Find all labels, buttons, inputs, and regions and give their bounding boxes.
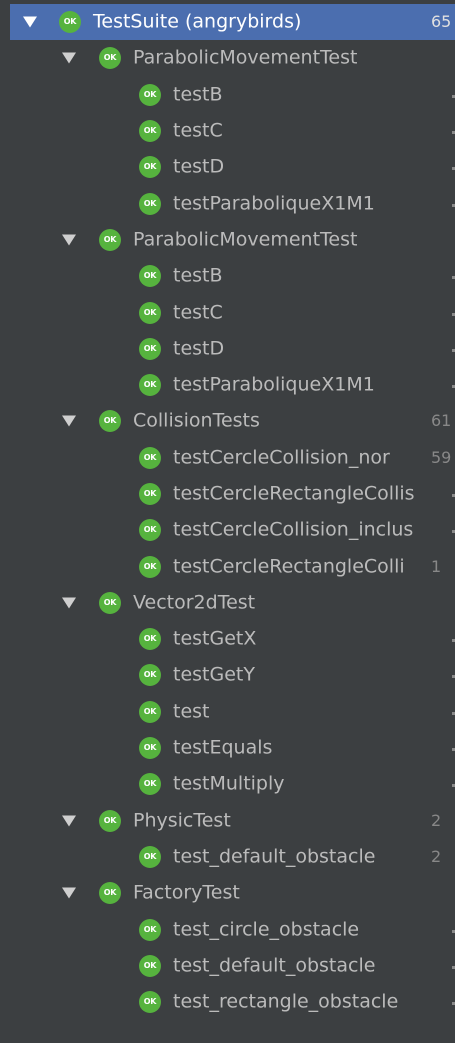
test-label: ParabolicMovementTest: [133, 228, 358, 251]
test-label: testCercleRectangleCollis: [173, 482, 415, 505]
duration-value: 61: [431, 411, 452, 431]
test-passed-icon: OK: [139, 918, 161, 941]
test-label: test_circle_obstacle: [173, 918, 360, 941]
test-label: testGetY: [173, 664, 255, 687]
test-passed-icon: OK: [139, 555, 161, 578]
test-row-testparaboliquex1m1[interactable]: OK testParaboliqueX1M1: [10, 367, 455, 403]
test-passed-icon: OK: [139, 446, 161, 469]
test-row-testc[interactable]: OK testC: [10, 113, 455, 149]
test-row-testparaboliquex1m1[interactable]: OK testParaboliqueX1M1: [10, 185, 455, 221]
test-passed-icon: OK: [139, 301, 161, 324]
test-passed-icon: OK: [139, 337, 161, 360]
test-label: testD: [173, 337, 225, 360]
test-label: FactoryTest: [133, 881, 240, 904]
test-label: testC: [173, 301, 223, 324]
test-label: ParabolicMovementTest: [133, 46, 358, 69]
suite-row-physictest[interactable]: OK PhysicTest 2: [10, 803, 455, 839]
suite-row-factorytest[interactable]: OK FactoryTest: [10, 875, 455, 911]
test-passed-icon: OK: [139, 628, 161, 651]
suite-row-collisiontests[interactable]: OK CollisionTests 61: [10, 403, 455, 439]
test-passed-icon: OK: [139, 737, 161, 760]
test-label: testEquals: [173, 736, 273, 759]
test-passed-icon: OK: [139, 265, 161, 288]
test-passed-icon: OK: [139, 664, 161, 687]
expand-arrow-icon[interactable]: [62, 415, 76, 427]
test-row-test[interactable]: OK test: [10, 694, 455, 730]
duration-value: 2: [431, 847, 442, 867]
test-passed-icon: OK: [99, 809, 121, 832]
test-row-testcerclerectanglecolli[interactable]: OK testCercleRectangleColli 1: [10, 548, 455, 584]
test-label: testMultiply: [173, 772, 285, 795]
test-row-test-default-obstacle[interactable]: OK test_default_obstacle: [10, 948, 455, 984]
test-label: testParaboliqueX1M1: [173, 373, 375, 396]
test-label: test_default_obstacle: [173, 954, 376, 977]
test-label: TestSuite (angrybirds): [93, 10, 302, 33]
test-label: test_default_obstacle: [173, 845, 376, 868]
test-row-test-default-obstacle[interactable]: OK test_default_obstacle 2: [10, 839, 455, 875]
test-passed-icon: OK: [99, 591, 121, 614]
test-label: testGetX: [173, 627, 257, 650]
test-passed-icon: OK: [139, 519, 161, 542]
test-label: test_rectangle_obstacle: [173, 990, 399, 1013]
test-passed-icon: OK: [99, 410, 121, 433]
test-row-testgetx[interactable]: OK testGetX: [10, 621, 455, 657]
test-passed-icon: OK: [139, 700, 161, 723]
test-label: testCercleCollision_nor: [173, 446, 390, 469]
test-label: PhysicTest: [133, 809, 231, 832]
test-passed-icon: OK: [139, 83, 161, 106]
expand-arrow-icon[interactable]: [62, 597, 76, 609]
test-passed-icon: OK: [139, 483, 161, 505]
suite-row-vector2dtest[interactable]: OK Vector2dTest: [10, 585, 455, 621]
test-row-testd[interactable]: OK testD: [10, 149, 455, 185]
test-label: testD: [173, 155, 225, 178]
duration-value: 2: [431, 810, 442, 830]
test-passed-icon: OK: [139, 192, 161, 215]
expand-arrow-icon[interactable]: [62, 815, 76, 827]
test-row-testc[interactable]: OK testC: [10, 294, 455, 330]
test-passed-icon: OK: [139, 845, 161, 868]
test-label: testC: [173, 119, 223, 142]
test-passed-icon: OK: [99, 882, 121, 905]
test-label: testParaboliqueX1M1: [173, 192, 375, 215]
expand-arrow-icon[interactable]: [62, 887, 76, 899]
suite-row-parabolicmovementtest[interactable]: OK ParabolicMovementTest: [10, 40, 455, 76]
test-label: testCercleRectangleColli: [173, 555, 405, 578]
duration-value: 65: [431, 12, 452, 32]
suite-row-testsuite-angrybirds[interactable]: OK TestSuite (angrybirds) 65: [10, 4, 455, 41]
test-passed-icon: OK: [139, 120, 161, 143]
test-label: testB: [173, 83, 223, 106]
expand-arrow-icon[interactable]: [62, 234, 76, 246]
test-label: testCercleCollision_inclus: [173, 518, 414, 541]
test-passed-icon: OK: [139, 991, 161, 1014]
test-row-testequals[interactable]: OK testEquals: [10, 730, 455, 766]
test-label: test: [173, 700, 210, 723]
test-row-testmultiply[interactable]: OK testMultiply: [10, 766, 455, 802]
test-row-testgety[interactable]: OK testGetY: [10, 657, 455, 693]
test-row-test-rectangle-obstacle[interactable]: OK test_rectangle_obstacle: [10, 984, 455, 1020]
test-row-testcerclecollision-nor[interactable]: OK testCercleCollision_nor 59: [10, 440, 455, 476]
test-row-testcerclecollision-inclus[interactable]: OK testCercleCollision_inclus: [10, 512, 455, 548]
test-row-testcerclerectanglecollis[interactable]: OK testCercleRectangleCollis: [10, 476, 455, 512]
expand-arrow-icon[interactable]: [62, 52, 76, 64]
test-passed-icon: OK: [139, 374, 161, 397]
test-passed-icon: OK: [139, 156, 161, 179]
test-passed-icon: OK: [99, 228, 121, 251]
test-row-testb[interactable]: OK testB: [10, 77, 455, 113]
test-passed-icon: OK: [59, 11, 81, 34]
expand-arrow-icon[interactable]: [23, 16, 37, 28]
duration-value: 1: [431, 556, 442, 576]
test-passed-icon: OK: [99, 47, 121, 70]
test-row-test-circle-obstacle[interactable]: OK test_circle_obstacle: [10, 911, 455, 947]
test-row-testd[interactable]: OK testD: [10, 331, 455, 367]
test-label: CollisionTests: [133, 409, 260, 432]
test-row-testb[interactable]: OK testB: [10, 258, 455, 294]
test-results-tree: OK TestSuite (angrybirds) 65 OK ParabolicMov…: [10, 4, 455, 1039]
duration-value: 59: [431, 447, 452, 467]
suite-row-parabolicmovementtest[interactable]: OK ParabolicMovementTest: [10, 222, 455, 258]
test-label: testB: [173, 264, 223, 287]
test-passed-icon: OK: [139, 773, 161, 796]
test-passed-icon: OK: [139, 954, 161, 977]
test-label: Vector2dTest: [133, 591, 256, 614]
